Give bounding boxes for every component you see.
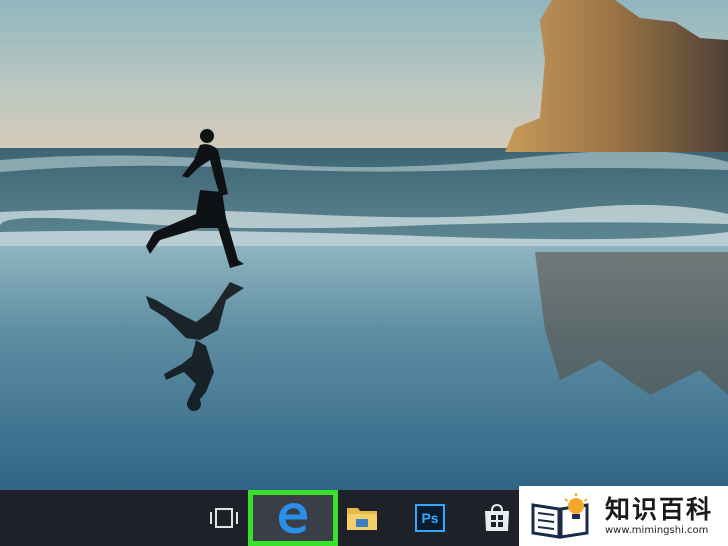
store-button[interactable] xyxy=(474,490,519,546)
folder-icon xyxy=(347,508,377,530)
task-view-icon xyxy=(210,508,238,528)
task-view-button[interactable] xyxy=(195,490,253,546)
file-explorer-button[interactable] xyxy=(338,490,386,546)
watermark-text: 知识百科 www.mimingshi.com xyxy=(605,495,713,537)
photoshop-button[interactable]: Ps xyxy=(403,490,457,546)
edge-e-icon xyxy=(279,503,307,534)
site-watermark: 知识百科 www.mimingshi.com xyxy=(519,486,728,546)
book-lightbulb-logo xyxy=(531,493,589,539)
watermark-title: 知识百科 xyxy=(605,495,714,524)
watermark-url: www.mimingshi.com xyxy=(605,525,709,536)
desktop-screen: Ps 知识百科 www.mimingshi.com xyxy=(0,0,728,546)
store-icon xyxy=(484,503,509,531)
desktop-wallpaper xyxy=(0,0,728,490)
edge-browser-button[interactable] xyxy=(248,490,338,546)
photoshop-icon: Ps xyxy=(415,504,445,532)
beach-runner-wallpaper xyxy=(0,0,728,490)
